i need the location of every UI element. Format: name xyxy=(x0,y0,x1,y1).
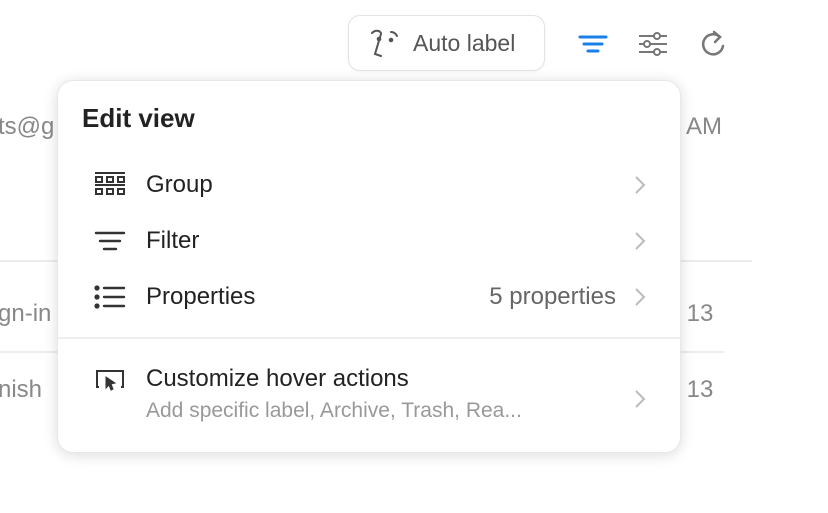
menu-item-properties[interactable]: Properties 5 properties xyxy=(58,271,680,323)
chevron-right-icon xyxy=(635,232,646,250)
bg-email: ts@g xyxy=(0,113,55,140)
menu-item-filter[interactable]: Filter xyxy=(58,215,680,267)
settings-sliders-icon[interactable] xyxy=(637,28,669,60)
group-grid-icon xyxy=(95,172,125,195)
auto-label-icon xyxy=(371,29,398,57)
auto-label-text: Auto label xyxy=(413,29,516,56)
refresh-icon[interactable] xyxy=(697,28,729,60)
properties-count: 5 properties xyxy=(489,283,616,310)
chevron-right-icon xyxy=(635,390,646,408)
menu-item-customize-hover-actions[interactable]: Customize hover actions Add specific lab… xyxy=(58,353,680,433)
bg-row-subject[interactable]: nish xyxy=(0,376,42,404)
hover-cursor-icon xyxy=(96,370,124,391)
menu-item-label: Filter xyxy=(146,227,200,254)
menu-item-label: Group xyxy=(146,171,213,198)
bg-time: AM xyxy=(686,113,722,140)
menu-item-description: Add specific label, Archive, Trash, Rea.… xyxy=(146,399,522,422)
menu-item-label: Customize hover actions xyxy=(146,365,409,392)
chevron-right-icon xyxy=(635,288,646,306)
filter-icon xyxy=(94,231,126,251)
list-icon xyxy=(94,285,126,309)
menu-item-label: Properties xyxy=(146,283,256,310)
auto-label-button[interactable]: Auto label xyxy=(348,15,545,71)
menu-title: Edit view xyxy=(82,103,195,133)
menu-divider xyxy=(58,337,680,339)
edit-view-menu: Edit view Group Filter Properties 5 prop… xyxy=(57,80,681,453)
chevron-right-icon xyxy=(635,176,646,194)
bg-row-subject[interactable]: gn-in xyxy=(0,300,51,328)
filter-icon[interactable] xyxy=(577,28,609,60)
menu-item-group[interactable]: Group xyxy=(58,159,680,211)
